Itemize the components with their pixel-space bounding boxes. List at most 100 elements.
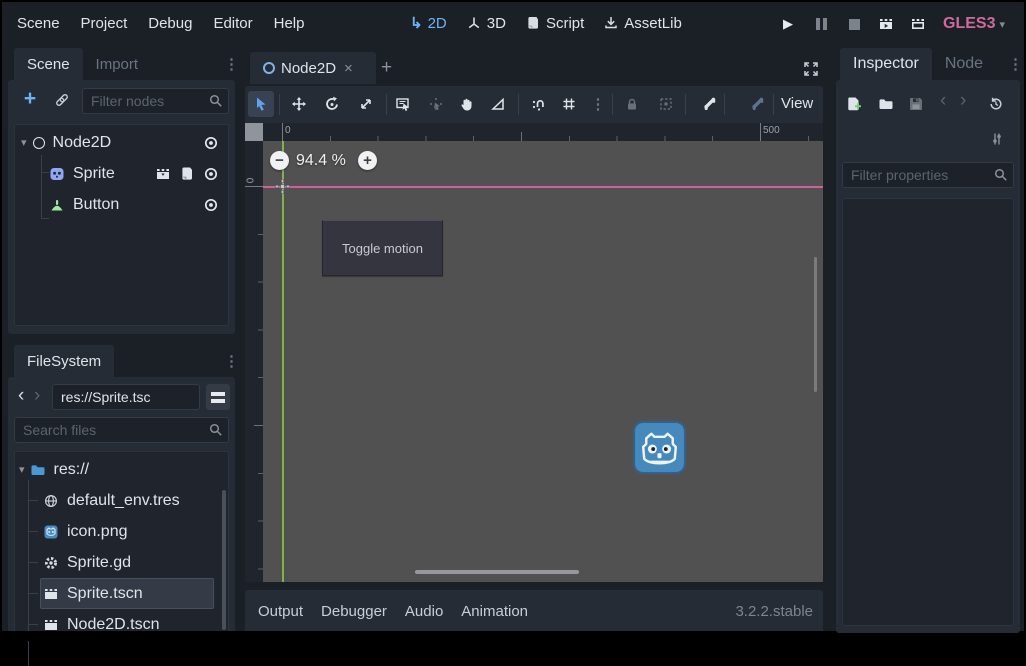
distraction-free-button[interactable] xyxy=(801,59,821,79)
zoom-out-button[interactable]: − xyxy=(270,151,289,170)
tab-import[interactable]: Import xyxy=(83,48,152,80)
ruler-label: 0 xyxy=(245,178,256,184)
list-select-tool[interactable] xyxy=(390,91,416,117)
attached-script-icon[interactable] xyxy=(178,165,196,183)
bottom-tab-audio[interactable]: Audio xyxy=(405,603,443,620)
play-button[interactable]: ▶ xyxy=(778,14,798,34)
file-row-spritetscn[interactable]: Sprite.tscn xyxy=(15,578,228,609)
grid-snap-toggle[interactable] xyxy=(556,91,582,117)
scene-tab-node2d[interactable]: Node2D × xyxy=(250,52,376,84)
bottom-tab-output[interactable]: Output xyxy=(258,603,303,620)
visibility-icon[interactable] xyxy=(202,134,220,152)
play-custom-scene-button[interactable] xyxy=(908,14,928,34)
file-row-iconpng[interactable]: icon.png xyxy=(15,516,228,547)
workspace-assetlib[interactable]: AssetLib xyxy=(603,14,682,32)
ruler-mid-tick xyxy=(521,132,522,141)
instance-scene-button[interactable] xyxy=(52,90,72,110)
workspace-script[interactable]: Script xyxy=(525,14,584,32)
new-scene-tab-button[interactable]: + xyxy=(381,57,392,79)
viewport-canvas[interactable]: − 94.4 % + Toggle motion xyxy=(263,141,823,582)
stop-button[interactable] xyxy=(844,14,864,34)
visibility-icon[interactable] xyxy=(202,196,220,214)
2d-icon: ↳ xyxy=(410,14,423,32)
bottom-tab-debugger[interactable]: Debugger xyxy=(321,603,387,620)
filesystem-dock-menu-icon[interactable]: ⋮ xyxy=(224,354,239,369)
display-mode-toggle[interactable] xyxy=(206,384,230,410)
history-forward-button[interactable]: › xyxy=(960,90,966,112)
workspace-switcher: ↳ 2D 3D Script AssetLib xyxy=(410,14,682,32)
view-menu[interactable]: View xyxy=(781,95,813,112)
expand-arrow-icon[interactable]: ▾ xyxy=(21,136,27,149)
menu-debug[interactable]: Debug xyxy=(148,15,192,32)
zoom-level[interactable]: 94.4 % xyxy=(296,152,346,170)
game-button-toggle-motion[interactable]: Toggle motion xyxy=(322,220,443,276)
game-button-label: Toggle motion xyxy=(342,241,423,256)
tab-scene[interactable]: Scene xyxy=(14,48,83,80)
ruler-corner[interactable] xyxy=(245,123,263,141)
tree-row-sprite[interactable]: Sprite xyxy=(15,158,228,189)
move-tool[interactable] xyxy=(286,91,312,117)
smart-snap-toggle[interactable] xyxy=(526,91,552,117)
nav-back-button[interactable]: ‹ xyxy=(18,385,24,407)
load-resource-button[interactable] xyxy=(876,94,896,114)
tree-row-node2d[interactable]: ▾ Node2D xyxy=(15,127,228,158)
video-driver-select[interactable]: GLES3 ▾ xyxy=(943,15,1005,33)
tab-node[interactable]: Node xyxy=(932,48,996,80)
menu-editor[interactable]: Editor xyxy=(213,15,252,32)
filter-nodes-input[interactable] xyxy=(82,88,229,114)
ruler-tool[interactable] xyxy=(485,91,511,117)
history-back-button[interactable]: ‹ xyxy=(940,90,946,112)
nav-forward-button[interactable]: › xyxy=(34,385,40,407)
save-resource-button[interactable] xyxy=(906,94,926,114)
scene-tree: ▾ Node2D Sprite xyxy=(14,124,229,326)
file-row-res[interactable]: ▾ res:// xyxy=(15,454,228,485)
visibility-icon[interactable] xyxy=(202,165,220,183)
scene-dock-menu-icon[interactable]: ⋮ xyxy=(224,57,239,72)
inspector-dock-menu-icon[interactable]: ⋮ xyxy=(1008,57,1023,72)
tool-menu-button[interactable] xyxy=(988,130,1006,148)
play-scene-button[interactable] xyxy=(876,14,896,34)
file-tree-scrollbar[interactable] xyxy=(222,490,226,630)
lock-object-button[interactable] xyxy=(619,91,645,117)
canvas-vertical-scrollbar[interactable] xyxy=(814,257,817,392)
object-history-button[interactable] xyxy=(986,94,1006,114)
tree-row-button[interactable]: Button xyxy=(15,189,228,220)
y-axis-line xyxy=(282,141,284,582)
add-node-button[interactable]: + xyxy=(20,88,40,110)
tab-inspector[interactable]: Inspector xyxy=(840,48,932,80)
menubar: Scene Project Debug Editor Help ↳ 2D 3D … xyxy=(2,2,1024,46)
menu-help[interactable]: Help xyxy=(274,15,305,32)
sprite-icon xyxy=(49,166,65,182)
pause-button[interactable] xyxy=(811,14,831,34)
link-icon xyxy=(54,92,70,108)
scale-tool[interactable] xyxy=(353,91,379,117)
workspace-2d[interactable]: ↳ 2D xyxy=(410,14,447,32)
ruler-major-tick xyxy=(760,123,761,141)
ik-chain-button[interactable] xyxy=(744,91,770,117)
godot-sprite[interactable] xyxy=(633,421,686,474)
menu-project[interactable]: Project xyxy=(81,15,128,32)
search-files-input[interactable] xyxy=(14,417,229,443)
pixel-snap-tool[interactable] xyxy=(423,91,449,117)
skeleton-options-button[interactable] xyxy=(696,91,722,117)
pan-tool[interactable] xyxy=(454,91,480,117)
new-resource-button[interactable] xyxy=(844,94,864,114)
group-object-button[interactable] xyxy=(653,91,679,117)
expand-arrow-icon[interactable]: ▾ xyxy=(19,463,25,476)
tab-filesystem[interactable]: FileSystem xyxy=(14,345,114,377)
bottom-tab-animation[interactable]: Animation xyxy=(461,603,528,620)
path-input[interactable] xyxy=(52,384,200,410)
select-tool[interactable] xyxy=(248,91,274,117)
close-icon[interactable]: × xyxy=(344,60,353,77)
toolbar-separator xyxy=(279,94,280,115)
file-row-spritegd[interactable]: Sprite.gd xyxy=(15,547,228,578)
filter-properties-input[interactable] xyxy=(842,162,1014,188)
zoom-in-button[interactable]: + xyxy=(358,151,377,170)
canvas-horizontal-scrollbar[interactable] xyxy=(415,570,579,574)
snap-options-menu[interactable]: ⋮ xyxy=(585,91,611,117)
rotate-tool[interactable] xyxy=(319,91,345,117)
workspace-3d[interactable]: 3D xyxy=(466,14,506,32)
menu-scene[interactable]: Scene xyxy=(17,15,60,32)
scene-instance-icon[interactable] xyxy=(154,165,172,183)
file-row-defaultenv[interactable]: default_env.tres xyxy=(15,485,228,516)
